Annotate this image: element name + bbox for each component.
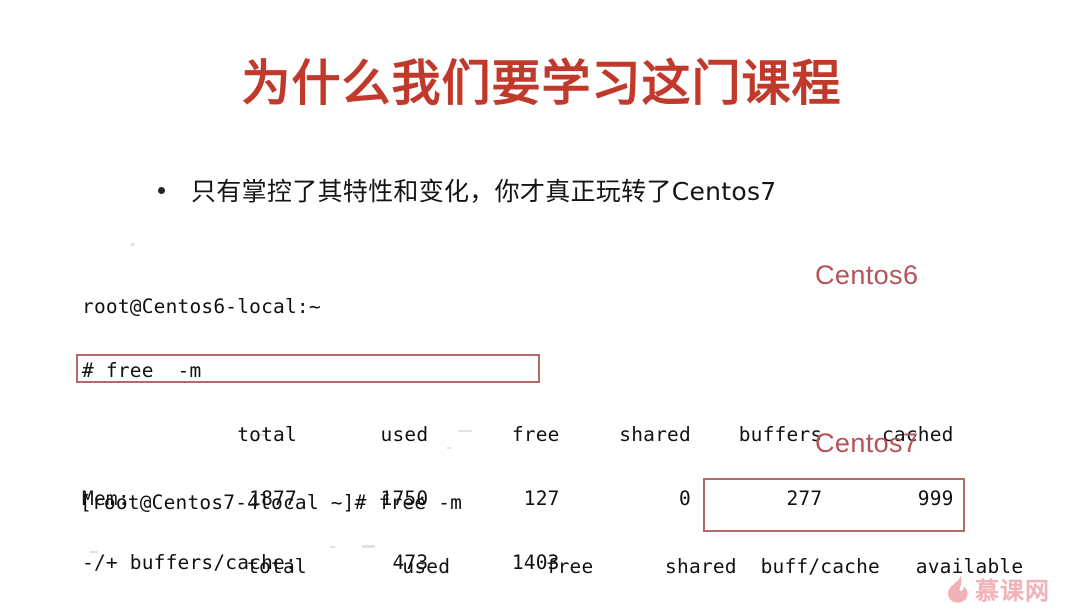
bullet-point-text: 只有掌控了其特性和变化，你才真正玩转了Centos7 [191,177,777,206]
version-label-centos6: Centos6 [815,260,919,290]
version-label-centos7: Centos7 [815,428,919,458]
terminal-line: root@Centos6-local:~ [82,295,321,318]
flame-icon [948,575,968,603]
scan-artifact [131,243,134,246]
bullet-point: 只有掌控了其特性和变化，你才真正玩转了Centos7 [158,172,777,208]
terminal-line: # free -m [82,359,202,382]
terminal-header-row: total used free shared buff/cache availa… [80,555,1024,578]
watermark-text: 慕课网 [975,577,1050,605]
watermark-logo: 慕课网 [946,571,1050,606]
slide-canvas: 为什么我们要学习这门课程 只有掌控了其特性和变化，你才真正玩转了Centos7 … [0,0,1083,613]
terminal-line: [root@Centos7-4local ~]# free -m [80,491,463,514]
bullet-marker-icon [158,187,165,194]
terminal-output-centos7: [root@Centos7-4local ~]# free -m total u… [80,452,1023,613]
page-title: 为什么我们要学习这门课程 [241,55,842,112]
